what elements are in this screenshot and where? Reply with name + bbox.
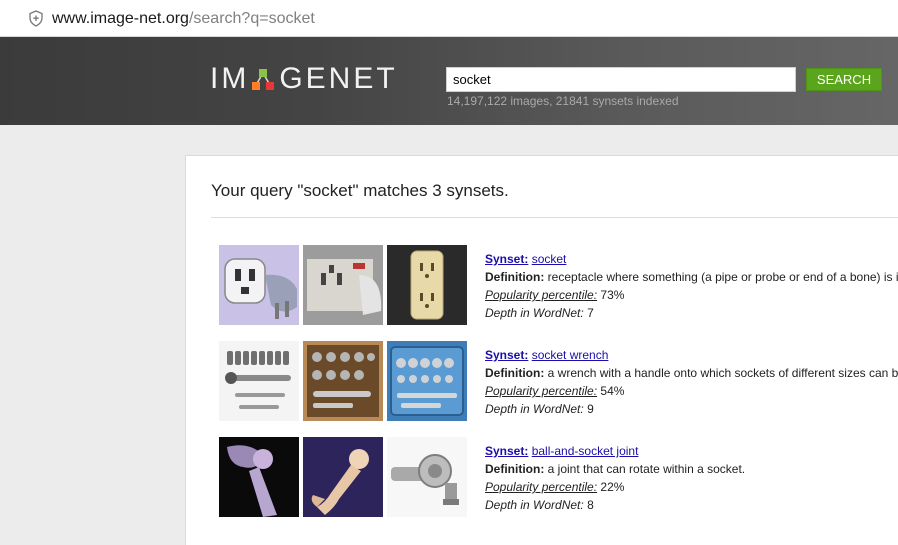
thumbnail-image[interactable]: [387, 341, 467, 421]
logo-text-left: IM: [210, 62, 250, 95]
depth-label: Depth in WordNet:: [485, 402, 584, 416]
definition-label: Definition:: [485, 270, 545, 284]
depth-label: Depth in WordNet:: [485, 498, 584, 512]
search-button[interactable]: SEARCH: [806, 68, 882, 91]
synset-label: Synset:: [485, 348, 529, 362]
synset-link[interactable]: ball-and-socket joint: [532, 444, 639, 458]
popularity-value: 22%: [600, 480, 625, 494]
thumbnail-image[interactable]: [387, 245, 467, 325]
address-url[interactable]: www.image-net.org/search?q=socket: [52, 9, 315, 28]
result-info: Synset: ball-and-socket joint Definition…: [485, 442, 898, 514]
url-host: www.image-net.org: [52, 10, 189, 27]
synset-link[interactable]: socket wrench: [532, 348, 609, 362]
thumbnail-image[interactable]: [219, 437, 299, 517]
search-input[interactable]: [446, 67, 796, 92]
query-message: Your query "socket" matches 3 synsets.: [211, 181, 509, 200]
popularity-label[interactable]: Popularity percentile:: [485, 288, 597, 302]
index-stats: 14,197,122 images, 21841 synsets indexed: [447, 94, 679, 108]
popularity-value: 54%: [600, 384, 625, 398]
synset-label: Synset:: [485, 252, 529, 266]
synset-label: Synset:: [485, 444, 529, 458]
logo-tree-icon: [252, 69, 275, 90]
divider: [211, 217, 898, 218]
popularity-label[interactable]: Popularity percentile:: [485, 480, 597, 494]
popularity-value: 73%: [600, 288, 625, 302]
definition-label: Definition:: [485, 462, 545, 476]
thumbnail-image[interactable]: [303, 341, 383, 421]
browser-address-bar[interactable]: www.image-net.org/search?q=socket: [0, 0, 898, 37]
result-info: Synset: socket Definition: receptacle wh…: [485, 250, 898, 322]
thumbnail-image[interactable]: [303, 245, 383, 325]
logo-text-right: GENET: [279, 62, 398, 95]
shield-icon: [29, 10, 43, 27]
results-panel: Your query "socket" matches 3 synsets. S…: [185, 155, 898, 545]
synset-link[interactable]: socket: [532, 252, 567, 266]
definition-text: a wrench with a handle onto which socket…: [547, 366, 898, 380]
depth-value: 8: [587, 498, 594, 512]
depth-value: 9: [587, 402, 594, 416]
definition-label: Definition:: [485, 366, 545, 380]
result-info: Synset: socket wrench Definition: a wren…: [485, 346, 898, 418]
site-header: IM GENET SEARCH 14,197,122 images, 21841…: [0, 37, 898, 125]
depth-label: Depth in WordNet:: [485, 306, 584, 320]
definition-text: a joint that can rotate within a socket.: [547, 462, 746, 476]
depth-value: 7: [587, 306, 594, 320]
imagenet-logo[interactable]: IM GENET: [210, 62, 398, 95]
url-path: /search?q=socket: [188, 10, 315, 27]
thumbnail-image[interactable]: [219, 341, 299, 421]
popularity-label[interactable]: Popularity percentile:: [485, 384, 597, 398]
definition-text: receptacle where something (a pipe or pr…: [547, 270, 898, 284]
thumbnail-image[interactable]: [387, 437, 467, 517]
thumbnail-image[interactable]: [303, 437, 383, 517]
thumbnail-image[interactable]: [219, 245, 299, 325]
